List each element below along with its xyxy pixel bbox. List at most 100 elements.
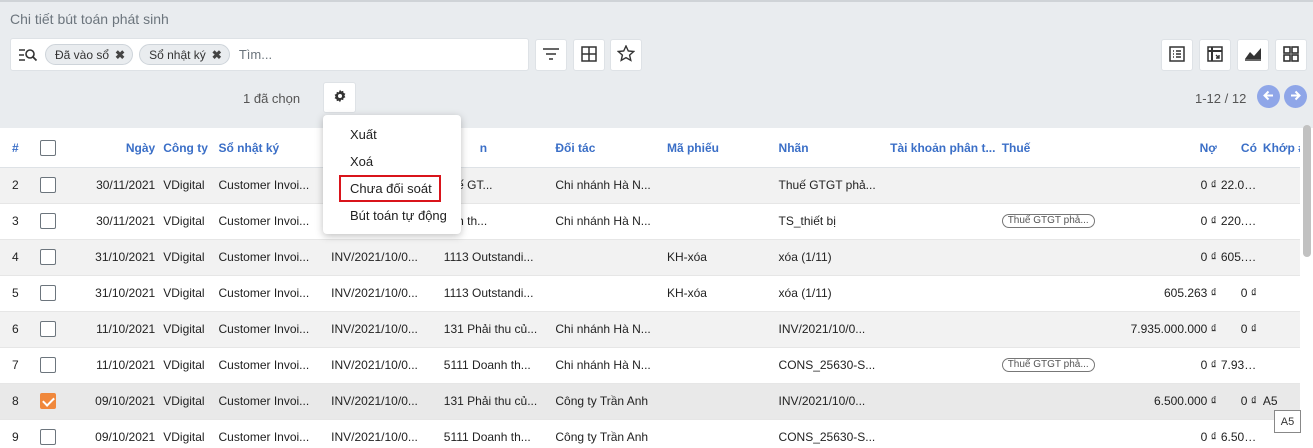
row-checkbox[interactable] (39, 249, 56, 265)
cell-partner: Chi nhánh Hà N... (551, 203, 663, 240)
cell-voucher (662, 167, 775, 204)
menu-item-delete[interactable]: Xoá (323, 148, 461, 175)
table-row[interactable]: 9 09/10/2021 VDigital Customer Invoi... INV/… (0, 419, 1300, 448)
cell-journal: Customer Invoi... (214, 347, 328, 384)
cell-select[interactable] (35, 203, 80, 240)
menu-item-auto-entry[interactable]: Bút toán tự động (323, 202, 461, 229)
cell-label: xóa (1/11) (774, 275, 887, 312)
row-checkbox[interactable] (39, 357, 56, 373)
cell-entry: INV/2021/10/0... (327, 239, 440, 276)
cell-voucher (662, 347, 775, 384)
cell-date: 11/10/2021 (79, 311, 160, 348)
facet-label: Sổ nhật ký (149, 47, 206, 62)
cell-label: INV/2021/10/0... (774, 311, 887, 348)
cell-debit: 6.500.000 ₫ (1109, 383, 1221, 420)
cell-analytic (886, 275, 998, 312)
cell-match (1260, 311, 1300, 348)
close-icon[interactable]: ✖ (115, 48, 125, 62)
group-by-button[interactable] (573, 39, 605, 71)
cell-tax: Thuế GTGT phả... (997, 203, 1110, 240)
filter-button[interactable] (535, 39, 567, 71)
list-view-button[interactable] (1161, 39, 1193, 71)
table-row[interactable]: 7 11/10/2021 VDigital Customer Invoi... INV/… (0, 347, 1300, 384)
cell-num: 9 (0, 419, 36, 448)
scrollbar[interactable] (1303, 125, 1311, 257)
cell-entry: INV/2021/10/0... (327, 347, 440, 384)
select-all-checkbox[interactable] (39, 140, 56, 157)
cell-date: 09/10/2021 (79, 419, 160, 448)
table-header: # Ngày Công ty Sổ nhật ký Bú n Đối tác M… (0, 130, 1300, 168)
row-checkbox[interactable] (39, 429, 56, 445)
table-row[interactable]: 8 09/10/2021 VDigital Customer Invoi... INV/… (0, 383, 1300, 420)
kanban-view-button[interactable] (1275, 39, 1307, 71)
grid-icon (581, 45, 597, 65)
row-checkbox[interactable] (39, 177, 56, 193)
search-list-icon[interactable] (17, 46, 39, 64)
cell-match (1260, 167, 1300, 204)
action-button[interactable] (323, 82, 356, 113)
cell-debit: 0 ₫ (1109, 347, 1221, 384)
cell-tax (997, 311, 1110, 348)
cell-select[interactable] (35, 383, 80, 420)
row-checkbox[interactable] (39, 213, 56, 229)
menu-item-unreconcile[interactable]: Chưa đối soát (339, 175, 441, 202)
header-credit[interactable]: Có (1220, 130, 1261, 168)
cell-credit: 6.500.000 ₫ (1220, 419, 1261, 448)
pager-next[interactable] (1284, 85, 1307, 108)
search-input[interactable] (238, 47, 489, 62)
row-checkbox[interactable] (39, 285, 56, 301)
cell-select[interactable] (35, 239, 80, 276)
favorites-button[interactable] (610, 39, 642, 71)
cell-match (1260, 239, 1300, 276)
cell-account: 5111 Doanh th... (439, 419, 552, 448)
cell-num: 5 (0, 275, 36, 312)
search-box[interactable]: Đã vào sổ ✖ Sổ nhật ký ✖ (10, 38, 529, 71)
cell-debit: 605.263 ₫ (1109, 275, 1221, 312)
cell-date: 09/10/2021 (79, 383, 160, 420)
cell-debit: 0 ₫ (1109, 239, 1221, 276)
header-date[interactable]: Ngày (79, 130, 160, 168)
header-voucher[interactable]: Mã phiếu (662, 130, 775, 168)
cell-voucher: KH-xóa (662, 275, 775, 312)
cell-select[interactable] (35, 347, 80, 384)
cell-tax (997, 167, 1110, 204)
cell-credit: 0 ₫ (1220, 383, 1261, 420)
table-row[interactable]: 230/11/2021VDigitalCustomer Invoi...INVh… (0, 167, 1300, 204)
header-company[interactable]: Công ty (159, 130, 215, 168)
close-icon[interactable]: ✖ (212, 48, 222, 62)
cell-partner: Công ty Trần Anh (551, 419, 663, 448)
header-label[interactable]: Nhãn (774, 130, 887, 168)
menu-item-export[interactable]: Xuất (323, 121, 461, 148)
cell-journal: Customer Invoi... (214, 383, 328, 420)
header-tax[interactable]: Thuế (997, 130, 1110, 168)
cell-select[interactable] (35, 275, 80, 312)
cell-account: 5111 Doanh th... (439, 347, 552, 384)
cell-analytic (886, 383, 998, 420)
cell-partner (551, 239, 663, 276)
header-select-all[interactable] (35, 130, 80, 168)
facet-journal: Sổ nhật ký ✖ (139, 44, 230, 65)
cell-journal: Customer Invoi... (214, 275, 328, 312)
row-checkbox[interactable] (39, 393, 56, 409)
header-analytic[interactable]: Tài khoản phân t... (886, 130, 998, 168)
graph-view-button[interactable] (1237, 39, 1269, 71)
header-journal[interactable]: Sổ nhật ký (214, 130, 328, 168)
pager-previous[interactable] (1257, 85, 1280, 108)
cell-select[interactable] (35, 311, 80, 348)
table-row[interactable]: 4 31/10/2021 VDigital Customer Invoi... INV/… (0, 239, 1300, 276)
header-partner[interactable]: Đối tác (551, 130, 663, 168)
cell-select[interactable] (35, 167, 80, 204)
table-row[interactable]: 5 31/10/2021 VDigital Customer Invoi... INV/… (0, 275, 1300, 312)
cell-match (1260, 203, 1300, 240)
header-debit[interactable]: Nợ (1109, 130, 1221, 168)
cell-company: VDigital (159, 275, 215, 312)
table-row[interactable]: 6 11/10/2021 VDigital Customer Invoi... INV/… (0, 311, 1300, 348)
pivot-view-button[interactable] (1199, 39, 1231, 71)
cell-credit: 22.000.000 ₫ (1220, 167, 1261, 204)
cell-select[interactable] (35, 419, 80, 448)
table-row[interactable]: 330/11/2021VDigitalCustomer Invoi...INVa… (0, 203, 1300, 240)
row-checkbox[interactable] (39, 321, 56, 337)
header-match[interactable]: Khớp # (1260, 130, 1300, 168)
cell-account: 1113 Outstandi... (439, 275, 552, 312)
cell-account: 131 Phải thu củ... (439, 311, 552, 348)
